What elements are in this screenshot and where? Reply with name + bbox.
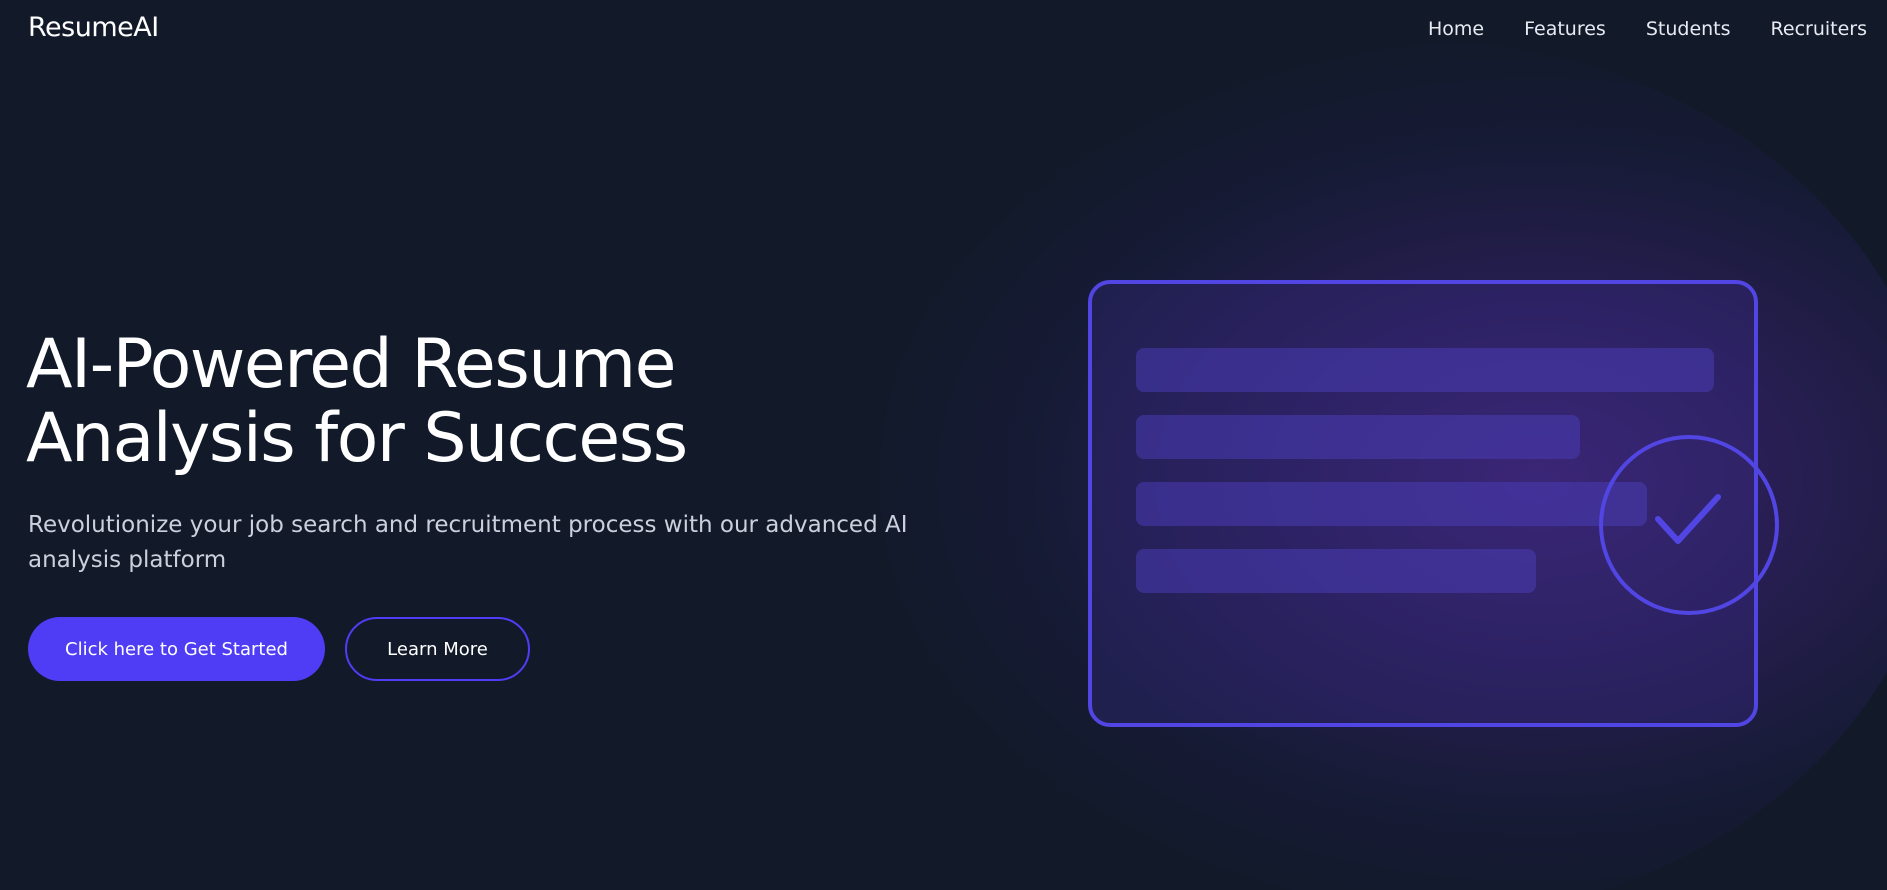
nav-features[interactable]: Features	[1524, 18, 1606, 40]
resume-line	[1136, 415, 1580, 459]
check-badge	[1599, 435, 1779, 615]
site-header: ResumeAI Home Features Students Recruite…	[0, 0, 1887, 60]
brand-logo[interactable]: ResumeAI	[28, 12, 159, 43]
learn-more-button[interactable]: Learn More	[345, 617, 530, 681]
hero-title-line-2: Analysis for Success	[26, 399, 688, 478]
resume-line	[1136, 348, 1714, 392]
nav-home[interactable]: Home	[1428, 18, 1484, 40]
get-started-button[interactable]: Click here to Get Started	[28, 617, 325, 681]
nav-students[interactable]: Students	[1646, 18, 1731, 40]
check-icon	[1655, 494, 1721, 544]
nav-recruiters[interactable]: Recruiters	[1771, 18, 1867, 40]
hero-title-line-1: AI-Powered Resume	[26, 325, 676, 404]
hero-subtitle: Revolutionize your job search and recrui…	[28, 512, 908, 573]
resume-line	[1136, 549, 1536, 593]
landing-page: ResumeAI Home Features Students Recruite…	[0, 0, 1887, 890]
main-nav: Home Features Students Recruiters	[1428, 18, 1867, 40]
resume-line	[1136, 482, 1647, 526]
hero-title: AI-Powered Resume Analysis for Success	[26, 328, 846, 476]
